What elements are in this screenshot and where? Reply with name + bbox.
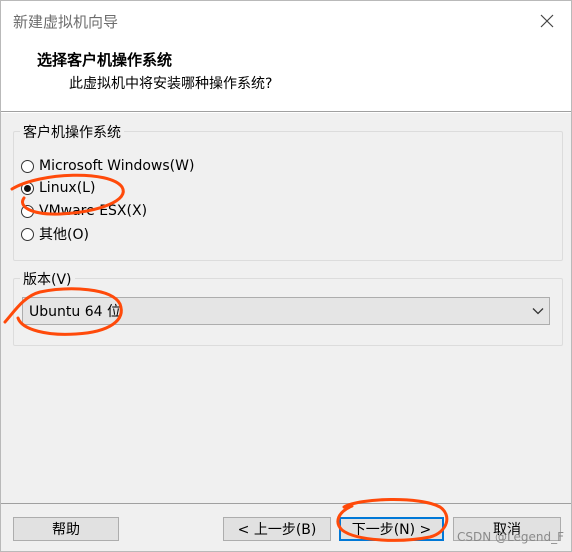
radio-linux[interactable] bbox=[21, 181, 34, 195]
radio-vmware-esx[interactable] bbox=[21, 204, 34, 218]
os-option-other[interactable]: 其他(O) bbox=[21, 224, 89, 244]
radio-windows[interactable] bbox=[21, 159, 34, 173]
radio-other[interactable] bbox=[21, 227, 34, 241]
window-title: 新建虚拟机向导 bbox=[13, 13, 119, 31]
next-button-label: 下一步(N) > bbox=[351, 522, 432, 538]
os-option-label: Linux(L) bbox=[39, 180, 96, 196]
os-option-windows[interactable]: Microsoft Windows(W) bbox=[21, 156, 194, 176]
os-option-vmware-esx[interactable]: VMware ESX(X) bbox=[21, 201, 147, 221]
version-select-value: Ubuntu 64 位 bbox=[29, 304, 121, 320]
os-option-label: Microsoft Windows(W) bbox=[39, 158, 195, 174]
page-title: 选择客户机操作系统 bbox=[37, 51, 173, 69]
guest-os-legend: 客户机操作系统 bbox=[20, 122, 124, 142]
guest-os-group: 客户机操作系统 bbox=[13, 122, 563, 261]
title-bar: 新建虚拟机向导 bbox=[1, 1, 571, 41]
os-option-label: VMware ESX(X) bbox=[39, 203, 148, 219]
new-vm-wizard-window: 新建虚拟机向导 选择客户机操作系统 此虚拟机中将安装哪种操作系统? 客户机操作系… bbox=[0, 0, 572, 552]
wizard-body: 客户机操作系统 Microsoft Windows(W) Linux(L) VM… bbox=[1, 113, 571, 503]
header-divider bbox=[1, 111, 571, 112]
os-option-linux[interactable]: Linux(L) bbox=[21, 178, 95, 198]
chevron-down-icon[interactable] bbox=[527, 307, 549, 315]
wizard-header: 选择客户机操作系统 此虚拟机中将安装哪种操作系统? bbox=[1, 41, 571, 111]
csdn-watermark: CSDN @Legend_F bbox=[456, 530, 564, 544]
help-button-label: 帮助 bbox=[52, 522, 80, 538]
next-button[interactable]: 下一步(N) > bbox=[339, 517, 444, 541]
os-option-label: 其他(O) bbox=[39, 227, 89, 243]
help-button[interactable]: 帮助 bbox=[13, 517, 119, 541]
back-button-label: < 上一步(B) bbox=[237, 522, 317, 538]
page-subtitle: 此虚拟机中将安装哪种操作系统? bbox=[69, 76, 273, 92]
version-legend: 版本(V) bbox=[20, 269, 75, 289]
back-button[interactable]: < 上一步(B) bbox=[223, 517, 331, 541]
close-icon[interactable] bbox=[533, 7, 561, 35]
version-select[interactable]: Ubuntu 64 位 bbox=[22, 297, 550, 325]
